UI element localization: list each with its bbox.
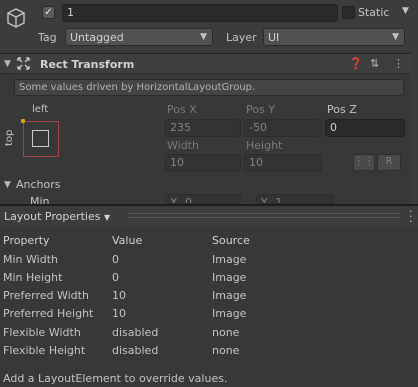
static-dropdown-icon[interactable]: ▼ (402, 6, 409, 16)
source-cell: Image (212, 271, 247, 284)
property-cell: Flexible Width (3, 326, 81, 339)
value-cell: disabled (112, 344, 159, 357)
chevron-down-icon: ▼ (392, 32, 399, 42)
rect-transform-icon (17, 57, 30, 70)
footer-hint: Add a LayoutElement to override values. (3, 372, 228, 385)
pos-x-label: Pos X (167, 103, 197, 116)
anchor-min-y-label: Y (261, 196, 268, 204)
help-icon[interactable]: ❓ (349, 57, 363, 70)
chevron-down-icon: ▼ (103, 213, 111, 222)
column-header-value: Value (112, 234, 143, 247)
anchor-preset-rect (32, 130, 49, 147)
anchors-label: Anchors (16, 178, 61, 191)
foldout-arrow-icon[interactable]: ▼ (4, 59, 11, 69)
source-cell: none (212, 326, 240, 339)
pos-z-field[interactable]: 0 (325, 119, 405, 137)
source-cell: Image (212, 307, 247, 320)
layout-properties-body: Property Value Source Min Width 0 Image … (0, 226, 418, 387)
chevron-down-icon: ▼ (200, 32, 207, 42)
rect-transform-header[interactable]: ▼ Rect Transform ❓ ⇅ ⋮ (0, 53, 418, 74)
panel-drag-handle[interactable] (128, 213, 400, 218)
component-title: Rect Transform (40, 58, 135, 71)
more-vert-icon[interactable]: ⋮ (393, 57, 404, 70)
anchor-horizontal-label: left (32, 104, 49, 115)
static-label: Static (358, 6, 390, 19)
layout-properties-title[interactable]: Layout Properties ▼ (4, 210, 110, 223)
tag-value: Untagged (70, 31, 124, 44)
tag-label: Tag (38, 31, 57, 44)
blueprint-mode-button[interactable]: ⋮⋮ (353, 154, 375, 171)
layout-properties-header[interactable]: Layout Properties ▼ · · · (0, 204, 418, 227)
anchor-min-x-value: 0 (185, 196, 193, 204)
height-field[interactable]: 10 (244, 154, 322, 172)
value-cell: 10 (112, 289, 126, 302)
sliders-icon[interactable]: ⇅ (370, 57, 379, 70)
more-vert-icon[interactable]: · · · (409, 206, 413, 227)
width-field[interactable]: 10 (165, 154, 241, 172)
layer-value: UI (268, 31, 280, 44)
pos-y-label: Pos Y (246, 103, 275, 116)
anchor-min-y-field[interactable]: Y 1 (256, 194, 334, 204)
anchor-vertical-label: top (4, 129, 15, 146)
source-cell: none (212, 344, 240, 357)
anchors-foldout-icon[interactable]: ▼ (4, 180, 11, 190)
source-cell: Image (212, 289, 247, 302)
value-cell: 0 (112, 253, 119, 266)
inspector-header: ✓ 1 Static ▼ Tag Untagged ▼ Layer UI ▼ (0, 0, 418, 51)
pos-z-label: Pos Z (327, 103, 357, 116)
driven-help-box: Some values driven by HorizontalLayoutGr… (14, 79, 404, 96)
value-cell: disabled (112, 326, 159, 339)
object-name-field[interactable]: 1 (62, 4, 338, 22)
property-cell: Flexible Height (3, 344, 86, 357)
height-label: Height (246, 139, 283, 152)
inspector-scrollbar[interactable] (411, 0, 418, 204)
width-label: Width (167, 139, 199, 152)
property-cell: Min Height (3, 271, 63, 284)
anchor-min-y-value: 1 (275, 196, 283, 204)
property-cell: Min Width (3, 253, 58, 266)
pos-x-field[interactable]: 235 (165, 119, 241, 137)
source-cell: Image (212, 253, 247, 266)
layer-dropdown[interactable]: UI ▼ (263, 28, 405, 46)
anchor-min-x-label: X (170, 196, 178, 204)
active-toggle[interactable]: ✓ (42, 6, 55, 19)
value-cell: 0 (112, 271, 119, 284)
static-toggle[interactable] (342, 6, 355, 19)
property-cell: Preferred Width (3, 289, 89, 302)
tag-dropdown[interactable]: Untagged ▼ (65, 28, 213, 46)
gameobject-cube-icon (7, 8, 25, 28)
anchor-min-x-field[interactable]: X 0 (165, 194, 241, 204)
pos-y-field[interactable]: -50 (244, 119, 322, 137)
value-cell: 10 (112, 307, 126, 320)
column-header-property: Property (3, 234, 50, 247)
property-cell: Preferred Height (3, 307, 94, 320)
anchor-pivot-dot (21, 119, 25, 123)
layer-label: Layer (226, 31, 257, 44)
column-header-source: Source (212, 234, 250, 247)
raw-edit-button[interactable]: R (377, 154, 401, 171)
